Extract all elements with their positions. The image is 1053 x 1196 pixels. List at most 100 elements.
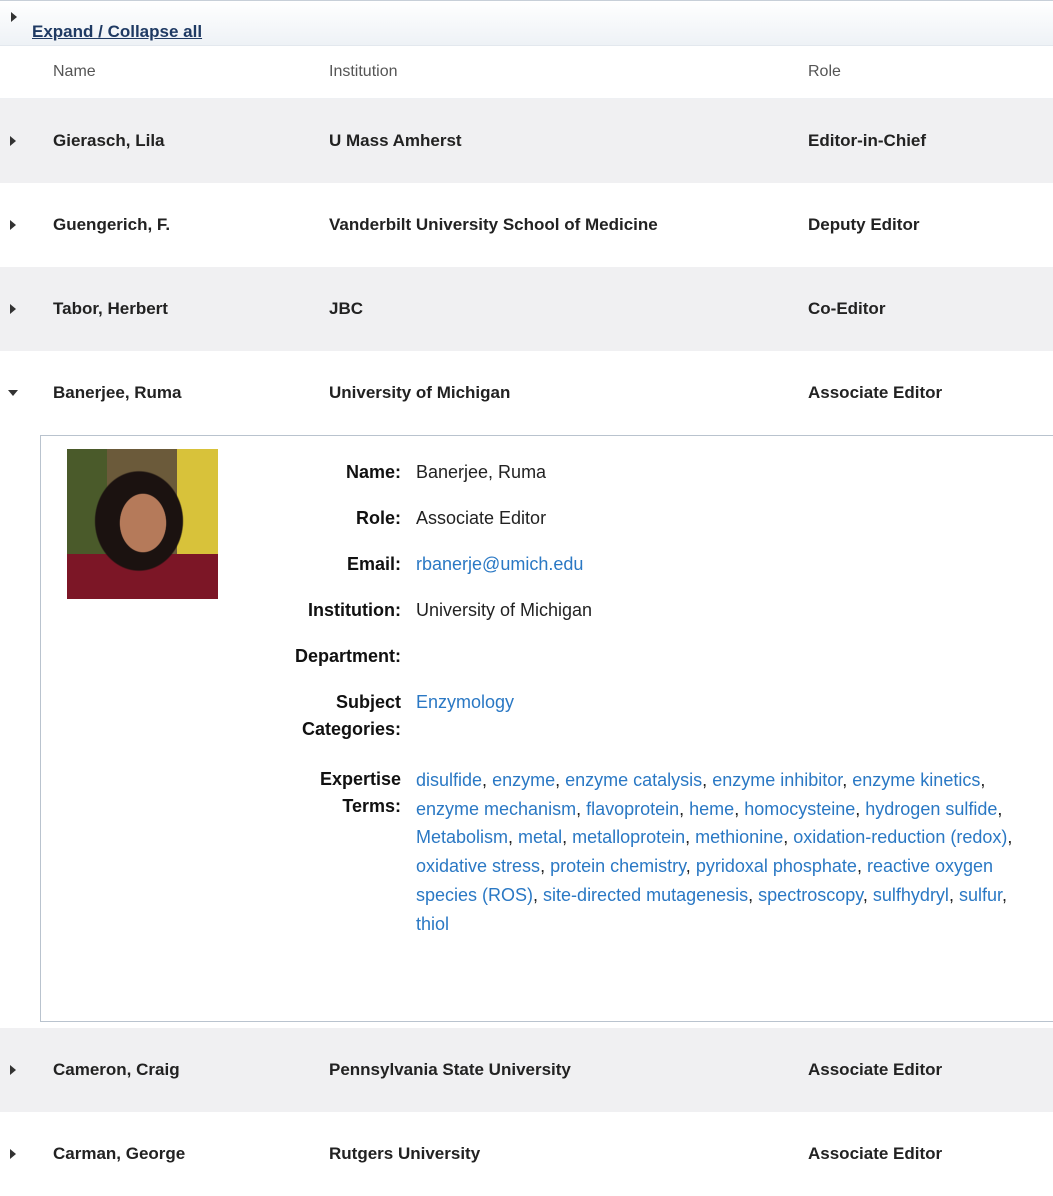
editorial-board-grid: Expand / Collapse all Name Institution R… xyxy=(0,0,1053,1169)
term-separator: , xyxy=(1001,884,1007,905)
table-row[interactable]: Gierasch, Lila U Mass Amherst Editor-in-… xyxy=(0,99,1053,183)
term-link[interactable]: Enzymology xyxy=(416,692,514,712)
detail-label-subject: Subject Categories: xyxy=(301,692,401,739)
term-separator: , xyxy=(562,827,573,848)
term-link[interactable]: enzyme mechanism xyxy=(416,799,576,819)
expand-triangle-icon[interactable] xyxy=(11,12,17,22)
table-row[interactable]: Tabor, Herbert JBC Co-Editor xyxy=(0,267,1053,351)
expand-row-icon[interactable] xyxy=(10,1065,16,1075)
term-link[interactable]: enzyme catalysis xyxy=(565,770,702,790)
term-separator: , xyxy=(980,770,986,790)
row-detail-panel: Name: Banerjee, Ruma Role: Associate Edi… xyxy=(0,435,1053,1028)
term-separator: , xyxy=(555,770,566,790)
cell-role: Co-Editor xyxy=(808,299,886,318)
term-separator: , xyxy=(679,798,690,819)
detail-value-name: Banerjee, Ruma xyxy=(416,462,547,482)
term-link[interactable]: enzyme kinetics xyxy=(852,770,980,790)
term-separator: , xyxy=(855,798,866,819)
table-row-expanded[interactable]: Banerjee, Ruma University of Michigan As… xyxy=(0,351,1053,435)
term-link[interactable]: disulfide xyxy=(416,770,482,790)
table-row[interactable]: Cameron, Craig Pennsylvania State Univer… xyxy=(0,1028,1053,1112)
column-header-institution[interactable]: Institution xyxy=(329,63,397,81)
cell-institution: JBC xyxy=(329,299,364,318)
column-header-name[interactable]: Name xyxy=(53,63,96,81)
term-link[interactable]: heme xyxy=(689,799,734,819)
collapse-row-icon[interactable] xyxy=(8,390,18,396)
term-separator: , xyxy=(482,770,493,790)
email-link[interactable]: rbanerje@umich.edu xyxy=(416,551,583,578)
subject-categories-list: Enzymology xyxy=(416,689,1036,716)
cell-role: Associate Editor xyxy=(808,1060,943,1079)
expertise-terms-list: disulfide, enzyme, enzyme catalysis, enz… xyxy=(416,766,1016,938)
grid-header: Name Institution Role xyxy=(0,46,1053,99)
term-link[interactable]: homocysteine xyxy=(744,799,855,819)
cell-institution: Vanderbilt University School of Medicine xyxy=(329,215,658,234)
term-link[interactable]: methionine xyxy=(695,827,783,847)
column-header-role[interactable]: Role xyxy=(808,63,841,81)
cell-institution: Pennsylvania State University xyxy=(329,1060,571,1079)
term-separator: , xyxy=(702,770,713,790)
table-row[interactable]: Guengerich, F. Vanderbilt University Sch… xyxy=(0,183,1053,267)
detail-label-expertise: Expertise Terms: xyxy=(319,769,401,816)
cell-name: Tabor, Herbert xyxy=(53,299,168,318)
table-row[interactable]: Carman, George Rutgers University Associ… xyxy=(0,1112,1053,1196)
detail-label-institution: Institution: xyxy=(308,600,401,620)
cell-role: Associate Editor xyxy=(808,1144,943,1163)
cell-name: Banerjee, Ruma xyxy=(53,383,182,402)
term-link[interactable]: sulfhydryl xyxy=(873,885,949,905)
term-link[interactable]: protein chemistry xyxy=(550,856,686,876)
term-separator: , xyxy=(748,884,759,905)
term-separator: , xyxy=(842,770,853,790)
term-link[interactable]: enzyme inhibitor xyxy=(712,770,842,790)
cell-role: Associate Editor xyxy=(808,383,943,402)
term-link[interactable]: pyridoxal phosphate xyxy=(696,856,857,876)
term-separator: , xyxy=(685,827,696,848)
term-link[interactable]: hydrogen sulfide xyxy=(865,799,997,819)
term-separator: , xyxy=(862,884,873,905)
term-separator: , xyxy=(997,798,1003,819)
detail-label-name: Name: xyxy=(345,462,401,482)
term-link[interactable]: enzyme xyxy=(492,770,555,790)
detail-value-role: Associate Editor xyxy=(416,508,547,528)
detail-value-institution: University of Michigan xyxy=(416,600,593,620)
cell-role: Deputy Editor xyxy=(808,215,920,234)
expand-row-icon[interactable] xyxy=(10,220,16,230)
detail-label-email: Email: xyxy=(346,554,401,574)
term-separator: , xyxy=(856,856,867,877)
expand-row-icon[interactable] xyxy=(10,1149,16,1159)
cell-institution: Rutgers University xyxy=(329,1144,481,1163)
term-separator: , xyxy=(576,798,587,819)
profile-photo xyxy=(67,449,218,599)
term-link[interactable]: Metabolism xyxy=(416,827,508,847)
term-separator: , xyxy=(734,798,745,819)
term-link[interactable]: sulfur xyxy=(959,885,1002,905)
term-link[interactable]: oxidative stress xyxy=(416,856,540,876)
grid-toolbar: Expand / Collapse all xyxy=(0,0,1053,46)
term-separator: , xyxy=(948,884,959,905)
term-separator: , xyxy=(783,827,794,848)
term-link[interactable]: site-directed mutagenesis xyxy=(543,885,748,905)
term-separator: , xyxy=(1007,827,1013,848)
term-separator: , xyxy=(533,884,544,905)
term-link[interactable]: metal xyxy=(518,827,562,847)
expand-collapse-all-link[interactable]: Expand / Collapse all xyxy=(32,22,202,42)
detail-label-department: Department: xyxy=(294,646,401,666)
expand-row-icon[interactable] xyxy=(10,304,16,314)
term-separator: , xyxy=(540,856,551,877)
term-separator: , xyxy=(685,856,696,877)
cell-name: Carman, George xyxy=(53,1144,186,1163)
cell-institution: U Mass Amherst xyxy=(329,131,462,150)
term-link[interactable]: spectroscopy xyxy=(758,885,863,905)
cell-role: Editor-in-Chief xyxy=(808,131,927,150)
cell-institution: University of Michigan xyxy=(329,383,511,402)
cell-name: Cameron, Craig xyxy=(53,1060,180,1079)
term-link[interactable]: thiol xyxy=(416,914,449,934)
cell-name: Gierasch, Lila xyxy=(53,131,165,150)
detail-label-role: Role: xyxy=(356,508,401,528)
term-link[interactable]: oxidation-reduction (redox) xyxy=(793,827,1007,847)
term-link[interactable]: flavoprotein xyxy=(586,799,679,819)
term-separator: , xyxy=(508,827,519,848)
cell-name: Guengerich, F. xyxy=(53,215,171,234)
expand-row-icon[interactable] xyxy=(10,136,16,146)
term-link[interactable]: metalloprotein xyxy=(572,827,685,847)
